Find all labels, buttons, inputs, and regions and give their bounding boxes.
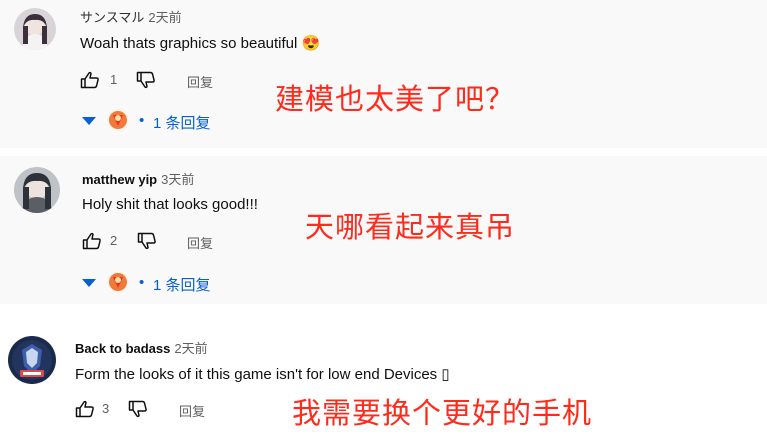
comment-meta: サンスマル 2天前: [80, 7, 182, 26]
comment-meta: Back to badass 2天前: [75, 338, 208, 357]
thumb-down-icon[interactable]: [128, 400, 148, 418]
like-count: 1: [110, 72, 118, 87]
caret-down-icon: [82, 279, 96, 287]
comment-thread-2: matthew yip 3天前 Holy shit that looks good…: [0, 156, 767, 304]
comment-meta: matthew yip 3天前: [82, 169, 194, 188]
timestamp[interactable]: 2天前: [148, 10, 181, 25]
thumb-up-icon[interactable]: [75, 400, 95, 418]
reply-avatar: [107, 109, 129, 131]
username[interactable]: matthew yip: [82, 172, 157, 187]
like-count: 3: [102, 401, 110, 416]
replies-count: 1 条回复: [153, 277, 211, 294]
comment-thread-1: サンスマル 2天前 Woah thats graphics so beautifu…: [0, 0, 767, 148]
reply-button[interactable]: 回复: [187, 72, 213, 91]
reply-avatar: [107, 271, 129, 293]
reply-button[interactable]: 回复: [179, 401, 205, 420]
comment-text: Holy shit that looks good!!!: [82, 196, 258, 213]
replies-dot: •: [139, 112, 145, 129]
thumb-up-icon[interactable]: [80, 71, 100, 89]
like-count: 2: [110, 233, 118, 248]
reply-button[interactable]: 回复: [187, 233, 213, 252]
replies-count: 1 条回复: [153, 115, 211, 132]
avatar[interactable]: [14, 167, 60, 213]
chinese-annotation: 天哪看起来真吊: [305, 210, 516, 244]
timestamp[interactable]: 2天前: [174, 341, 207, 356]
caret-down-icon: [82, 117, 96, 125]
comment-text: Form the looks of it this game isn't for…: [75, 366, 450, 383]
thumb-up-icon[interactable]: [82, 232, 102, 250]
avatar[interactable]: [8, 336, 56, 384]
replies-dot: •: [139, 274, 145, 291]
chinese-annotation: 我需要换个更好的手机: [292, 396, 593, 430]
username[interactable]: サンスマル: [80, 10, 144, 25]
username[interactable]: Back to badass: [75, 341, 170, 356]
comment-text: Woah thats graphics so beautiful 😍: [80, 35, 321, 52]
thumb-down-icon[interactable]: [137, 232, 157, 250]
thumb-down-icon[interactable]: [136, 71, 156, 89]
chinese-annotation: 建模也太美了吧？: [275, 82, 516, 116]
comment-thread-3: Back to badass 2天前 Form the looks of it t…: [0, 312, 767, 437]
avatar[interactable]: [14, 8, 56, 50]
timestamp[interactable]: 3天前: [161, 172, 194, 187]
